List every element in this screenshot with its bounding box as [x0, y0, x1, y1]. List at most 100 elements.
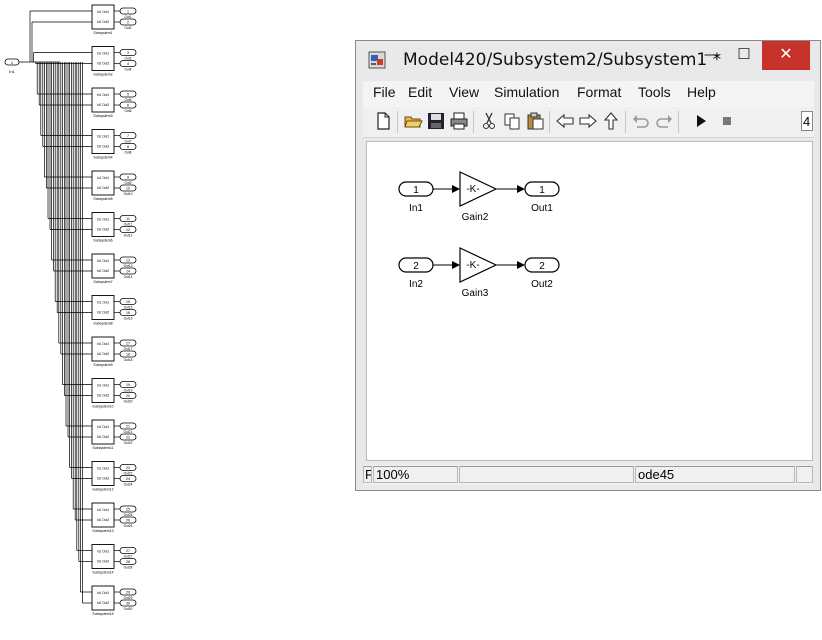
paste-icon[interactable] [525, 111, 545, 131]
inport-in2[interactable]: 2 [398, 257, 434, 273]
outport[interactable]: 14Out14 [119, 267, 137, 279]
outport-number: 27 [126, 549, 130, 553]
minimize-button[interactable]: — [696, 41, 728, 70]
subsystem-block[interactable]: In1 Out1 In2 Out2 Subsystem13 [91, 502, 115, 533]
subsystem-name: Subsystem8 [93, 322, 112, 326]
outport[interactable]: 2Out2 [119, 18, 137, 30]
outport-number: 7 [127, 134, 129, 138]
run-icon[interactable] [691, 111, 711, 131]
subsystem-block[interactable]: In1 Out1 In2 Out2 Subsystem15 [91, 585, 115, 616]
subsystem-port-labels: In2 Out2 [97, 186, 109, 190]
outport[interactable]: 3 Out3 [119, 49, 137, 61]
svg-text:2: 2 [539, 261, 545, 272]
outport-number: 14 [126, 270, 130, 274]
subsystem-block[interactable]: In1 Out1 In2 Out2 Subsystem11 [91, 419, 115, 450]
undo-icon[interactable] [631, 111, 651, 131]
outport-label: Out12 [124, 234, 133, 238]
outport-label: Out4 [125, 68, 132, 72]
subsystem-port-labels: In2 Out2 [97, 311, 109, 315]
subsystem-port-labels: In2 Out2 [97, 352, 109, 356]
subsystem-block[interactable]: In1 Out1 In2 Out2 Subsystem5 [91, 170, 115, 201]
gain2-block[interactable]: -K- [459, 171, 498, 207]
cut-icon[interactable] [479, 111, 499, 131]
outport-out2[interactable]: 2 [524, 257, 560, 273]
subsystem-port-labels: In1 Out1 [97, 591, 109, 595]
subsystem-block[interactable]: In1 Out1 In2 Out2 Subsystem6 [91, 212, 115, 243]
outport[interactable]: 8 Out8 [119, 143, 137, 155]
menu-tools[interactable]: Tools [638, 84, 671, 100]
menu-help[interactable]: Help [687, 84, 716, 100]
subsystem-block[interactable]: In1 Out1 In2 Out2 Subsystem7 [91, 253, 115, 284]
outport[interactable]: 10Out10 [119, 184, 137, 196]
outport[interactable]: 13Out13 [119, 256, 137, 268]
outport-label: Out9 [125, 181, 132, 185]
maximize-button[interactable]: ☐ [728, 41, 760, 70]
outport[interactable]: 4 Out4 [119, 60, 137, 72]
subsystem-block[interactable]: In1 Out1 In2 Out2 Subsystem8 [91, 295, 115, 326]
outport[interactable]: 16 Out16 [119, 309, 137, 321]
outport[interactable]: 12 Out12 [119, 226, 137, 238]
outport[interactable]: 6Out6 [119, 101, 137, 113]
up-level-icon[interactable] [601, 111, 621, 131]
menu-file[interactable]: File [373, 84, 396, 100]
menu-simulation[interactable]: Simulation [494, 84, 559, 100]
subsystem-block[interactable]: In1 Out1 In2 Out2 Subsystem14 [91, 544, 115, 575]
root-inport-in1[interactable]: 1In1 [4, 58, 20, 74]
outport[interactable]: 17Out17 [119, 339, 137, 351]
stop-icon[interactable] [717, 111, 737, 131]
menu-view[interactable]: View [449, 84, 479, 100]
print-icon[interactable] [449, 111, 469, 131]
status-zoom[interactable]: 100% [373, 466, 458, 483]
outport[interactable]: 27 Out27 [119, 547, 137, 559]
new-model-icon[interactable] [373, 111, 393, 131]
gain3-block[interactable]: -K- [459, 247, 498, 283]
outport[interactable]: 30Out30 [119, 599, 137, 611]
subsystem-block[interactable]: In1 Out1 In2 Out2 Subsystem4 [91, 129, 115, 160]
outport[interactable]: 1Out1 [119, 7, 137, 19]
subsystem-block[interactable]: In1 Out1 In2 Out2 Subsystem10 [91, 378, 115, 409]
outport[interactable]: 15 Out15 [119, 298, 137, 310]
outport[interactable]: 20 Out20 [119, 392, 137, 404]
outport[interactable]: 24 Out24 [119, 475, 137, 487]
outport[interactable]: 22Out22 [119, 433, 137, 445]
model-canvas[interactable]: 1 In1 -K- Gain2 1 Out1 2 In2 -K- Gain3 2… [366, 141, 813, 461]
save-icon[interactable] [426, 111, 446, 131]
status-grip [796, 466, 813, 483]
subsystem-port-labels: In1 Out1 [97, 52, 109, 56]
menu-format[interactable]: Format [577, 84, 621, 100]
subsystem-block[interactable]: In1 Out1 In2 Out2 Subsystem1 [91, 4, 115, 35]
open-folder-icon[interactable] [403, 111, 423, 131]
stop-time-field[interactable]: 4 [801, 111, 813, 131]
subsystem-block[interactable]: In1 Out1 In2 Out2 Subsystem3 [91, 87, 115, 118]
inport-in1[interactable]: 1 [398, 181, 434, 197]
subsystem-block[interactable]: In1 Out1 In2 Out2 Subsystem12 [91, 461, 115, 492]
subsystem-block[interactable]: In1 Out1 In2 Out2 Subsystem2 [91, 46, 115, 77]
outport[interactable]: 29Out29 [119, 588, 137, 600]
copy-icon[interactable] [502, 111, 522, 131]
subsystem-port-labels: In2 Out2 [97, 394, 109, 398]
outport[interactable]: 25Out25 [119, 505, 137, 517]
menu-edit[interactable]: Edit [408, 84, 432, 100]
redo-icon[interactable] [654, 111, 674, 131]
outport-label: Out10 [124, 192, 133, 196]
close-button[interactable]: ✕ [762, 41, 810, 70]
forward-arrow-icon[interactable] [578, 111, 598, 131]
subsystem-diagram: 1 In1 -K- Gain2 1 Out1 2 In2 -K- Gain3 2… [398, 171, 560, 299]
outport[interactable]: 5Out5 [119, 90, 137, 102]
outport[interactable]: 7 Out7 [119, 132, 137, 144]
outport-out1[interactable]: 1 [524, 181, 560, 197]
outport[interactable]: 19 Out19 [119, 381, 137, 393]
outport[interactable]: 28 Out28 [119, 558, 137, 570]
outport[interactable]: 11 Out11 [119, 215, 137, 227]
outport[interactable]: 26Out26 [119, 516, 137, 528]
outport[interactable]: 18Out18 [119, 350, 137, 362]
title-bar[interactable]: Model420/Subsystem2/Subsystem1 * — ☐ ✕ [356, 41, 820, 81]
back-arrow-icon[interactable] [555, 111, 575, 131]
outport[interactable]: 9Out9 [119, 173, 137, 185]
subsystem-port-labels: In2 Out2 [97, 560, 109, 564]
outport[interactable]: 21Out21 [119, 422, 137, 434]
subsystem-block[interactable]: In1 Out1 In2 Out2 Subsystem9 [91, 336, 115, 367]
outport-number: 4 [127, 62, 129, 66]
gain3-label: Gain3 [462, 288, 489, 299]
outport[interactable]: 23 Out23 [119, 464, 137, 476]
